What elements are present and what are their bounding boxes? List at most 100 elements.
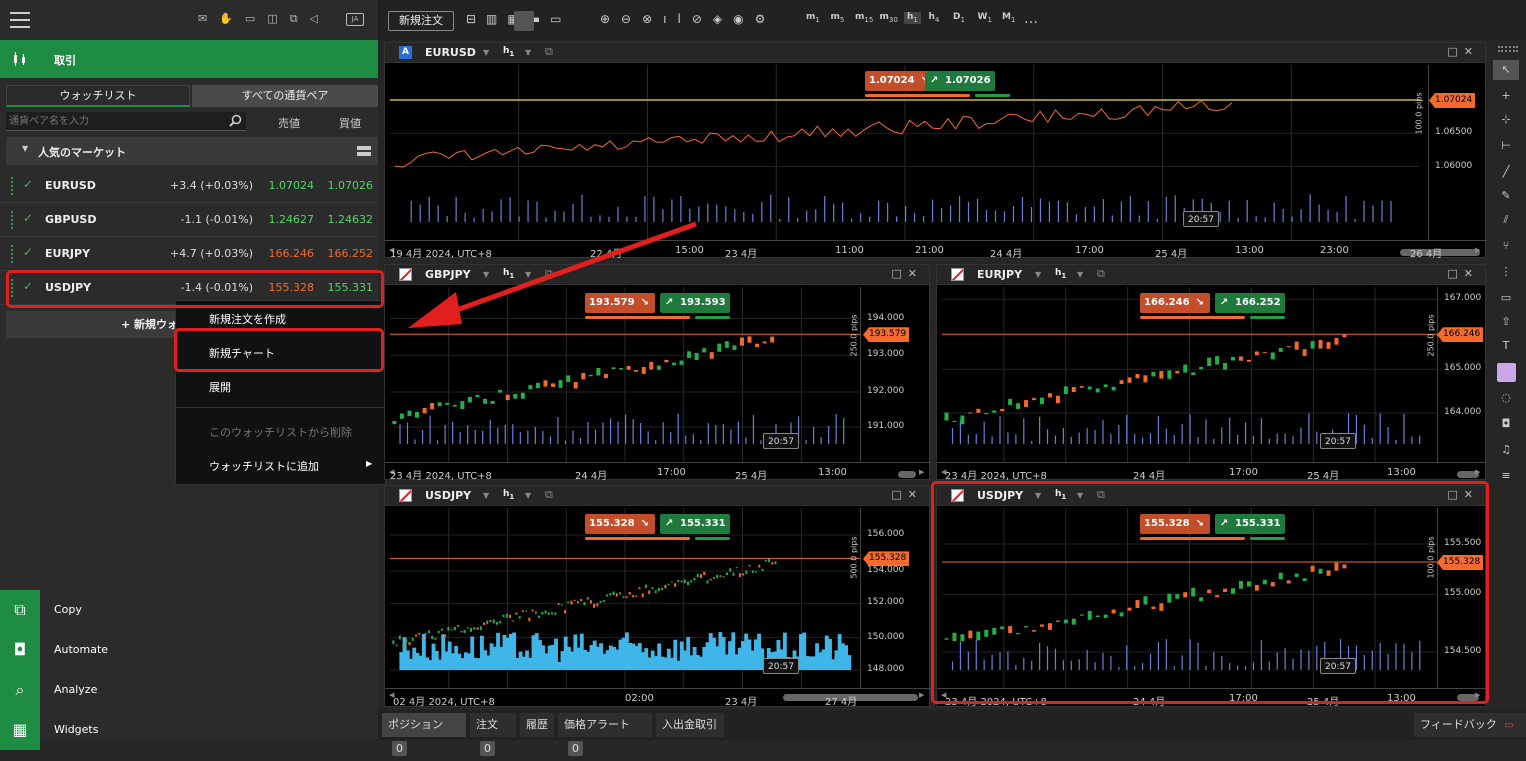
crosshair-icon[interactable]: + xyxy=(1493,86,1519,106)
camera-icon[interactable]: ◘ xyxy=(1493,414,1519,434)
chart-canvas[interactable] xyxy=(942,287,1437,462)
timeframe-m30[interactable]: m30 xyxy=(880,12,898,24)
bottom-menu-analyze[interactable]: ⌕ Analyze xyxy=(0,670,378,710)
color-swatch[interactable] xyxy=(1497,363,1516,382)
bottom-tab[interactable]: 価格アラート 0 xyxy=(558,713,652,756)
horizontal-scrollbar[interactable] xyxy=(898,471,916,478)
fib-icon[interactable]: ⋮ xyxy=(1493,262,1519,282)
chart-timeframe[interactable]: h1 xyxy=(1055,268,1066,280)
timeframe-M1[interactable]: M1 xyxy=(1002,12,1015,24)
search-icon[interactable] xyxy=(229,114,242,127)
symbol-dropdown-icon[interactable]: ▼ xyxy=(1035,270,1041,279)
drag-handle-icon[interactable] xyxy=(11,245,14,263)
time-clock[interactable]: 20:57 xyxy=(763,433,799,449)
pair-search-input[interactable] xyxy=(6,112,246,131)
trend-line-icon[interactable]: ╱ xyxy=(1493,162,1519,182)
window-buttons[interactable]: □✕ xyxy=(1447,267,1479,280)
timeframe-m5[interactable]: m5 xyxy=(831,12,845,24)
chart-tools-icons[interactable]: ⊕⊖⊗ıl⊘◈◉⚙ xyxy=(600,12,780,30)
bottom-tab[interactable]: 注文 0 xyxy=(470,713,516,756)
cursor-icon[interactable]: ↖ xyxy=(1493,60,1519,80)
pitchfork-icon[interactable]: ⑂ xyxy=(1493,236,1519,256)
tab-watchlist[interactable]: ウォッチリスト xyxy=(6,85,190,107)
row-ask[interactable]: 166.252 xyxy=(315,247,374,260)
tf-dropdown-icon[interactable]: ▼ xyxy=(1077,270,1083,279)
bottom-menu-copy[interactable]: ⧉ Copy xyxy=(0,590,378,630)
drag-handle-icon[interactable] xyxy=(11,211,14,229)
window-buttons[interactable]: □✕ xyxy=(891,267,923,280)
scroll-right-icon[interactable]: ▶ xyxy=(919,468,924,476)
trade-section-header[interactable]: 取引 xyxy=(0,40,378,78)
grid-layout-icon[interactable] xyxy=(514,11,534,31)
text-icon[interactable]: T xyxy=(1493,336,1519,356)
link-icon[interactable]: ⧉ xyxy=(1097,267,1105,281)
language-badge[interactable]: JA xyxy=(346,13,364,26)
row-bid[interactable]: 1.07024 xyxy=(255,179,315,192)
timeframe-h4[interactable]: h4 xyxy=(929,12,940,24)
scroll-right-icon[interactable]: ▶ xyxy=(1475,246,1480,254)
scroll-right-icon[interactable]: ▶ xyxy=(1475,468,1480,476)
timeframe-D1[interactable]: D1 xyxy=(953,12,965,24)
channel-icon[interactable]: ⫽ xyxy=(1493,210,1519,230)
chart-symbol[interactable]: USDJPY xyxy=(425,489,471,502)
row-ask[interactable]: 1.07026 xyxy=(315,179,374,192)
window-buttons[interactable]: □✕ xyxy=(1447,45,1479,58)
symbol-dropdown-icon[interactable]: ▼ xyxy=(483,48,489,57)
new-watchlist-button[interactable]: + 新規ウォ xyxy=(6,311,186,338)
chart-symbol[interactable]: EURJPY xyxy=(977,268,1022,281)
buy-price-button[interactable]: ↗ 1.07026 xyxy=(925,71,995,91)
opacity-icon[interactable]: ◌ xyxy=(1493,388,1519,408)
scroll-right-icon[interactable]: ▶ xyxy=(919,691,924,699)
cross-tool-icon[interactable]: ⊹ xyxy=(1493,110,1519,130)
buy-price-button[interactable]: ↗ 155.331 xyxy=(660,514,730,534)
timeframe-h1[interactable]: h1 xyxy=(904,12,921,24)
feedback-button[interactable]: フィードバック ▭ xyxy=(1414,713,1526,737)
ctx-expand[interactable]: 展開 xyxy=(209,379,231,395)
watchlist-row[interactable]: ✓ GBPUSD -1.1 (-0.01%) 1.24627 1.24632 xyxy=(0,203,378,237)
chart-panel-usdjpy_a[interactable]: USDJPY ▼ h1 ▼ ⧉ □✕ 155.328 ↘ ↗ 155.331 500… xyxy=(384,485,931,708)
tab-all-pairs[interactable]: すべての通貨ペア xyxy=(192,85,378,107)
bottom-tab[interactable]: 入出金取引 xyxy=(656,713,724,737)
chart-canvas[interactable] xyxy=(390,65,1420,240)
bottom-tab[interactable]: 履歴 xyxy=(520,713,554,737)
time-clock[interactable]: 20:57 xyxy=(1320,433,1356,449)
bottom-tab[interactable]: ポジション 0 xyxy=(382,713,466,756)
row-bid[interactable]: 166.246 xyxy=(255,247,315,260)
watchlist-row[interactable]: ✓ EURJPY +4.7 (+0.03%) 166.246 166.252 xyxy=(0,237,378,271)
timeframe-W1[interactable]: W1 xyxy=(978,12,992,24)
more-timeframes-button[interactable]: … xyxy=(1024,11,1038,27)
link-icon[interactable]: ⧉ xyxy=(545,488,553,502)
window-buttons[interactable]: □✕ xyxy=(891,488,923,501)
chart-timeframe[interactable]: h1 xyxy=(503,489,514,501)
buy-price-button[interactable]: ↗ 166.252 xyxy=(1215,293,1285,313)
row-ask[interactable]: 1.24632 xyxy=(315,213,374,226)
chart-timeframe[interactable]: h1 xyxy=(503,46,514,58)
timeframe-m1[interactable]: m1 xyxy=(806,12,820,24)
bottom-menu-automate[interactable]: ◘ Automate xyxy=(0,630,378,670)
market-group-header[interactable]: ▼ 人気のマーケット xyxy=(6,137,378,165)
bell-icon[interactable]: ♫ xyxy=(1493,440,1519,460)
ctx-add-watchlist[interactable]: ウォッチリストに追加 xyxy=(209,458,319,474)
sell-price-button[interactable]: 166.246 ↘ xyxy=(1140,293,1210,313)
new-order-button[interactable]: 新規注文 xyxy=(388,11,454,31)
sell-price-button[interactable]: 155.328 ↘ xyxy=(585,514,655,534)
group-menu-icon[interactable] xyxy=(357,146,371,156)
measure-icon[interactable]: ⊢ xyxy=(1493,136,1519,156)
arrow-up-icon[interactable]: ⇧ xyxy=(1493,312,1519,332)
watchlist-row[interactable]: ✓ EURUSD +3.4 (+0.03%) 1.07024 1.07026 xyxy=(0,169,378,203)
ctx-new-order[interactable]: 新規注文を作成 xyxy=(209,311,286,327)
rectangle-icon[interactable]: ▭ xyxy=(1493,288,1519,308)
indicators-icon[interactable]: ≡ xyxy=(1493,466,1519,486)
pencil-icon[interactable]: ✎ xyxy=(1493,186,1519,206)
symbol-dropdown-icon[interactable]: ▼ xyxy=(483,491,489,500)
chart-symbol[interactable]: EURUSD xyxy=(425,46,476,59)
chart-panel-eurjpy[interactable]: EURJPY ▼ h1 ▼ ⧉ □✕ 166.246 ↘ ↗ 166.252 250… xyxy=(936,264,1487,482)
time-clock[interactable]: 20:57 xyxy=(763,658,799,674)
timeframe-m15[interactable]: m15 xyxy=(855,12,873,24)
tf-dropdown-icon[interactable]: ▼ xyxy=(525,48,531,57)
link-icon[interactable]: ⧉ xyxy=(545,45,553,59)
bottom-menu-widgets[interactable]: ▦ Widgets xyxy=(0,710,378,750)
drag-handle-icon[interactable] xyxy=(11,177,14,195)
time-clock[interactable]: 20:57 xyxy=(1183,211,1219,227)
row-bid[interactable]: 1.24627 xyxy=(255,213,315,226)
